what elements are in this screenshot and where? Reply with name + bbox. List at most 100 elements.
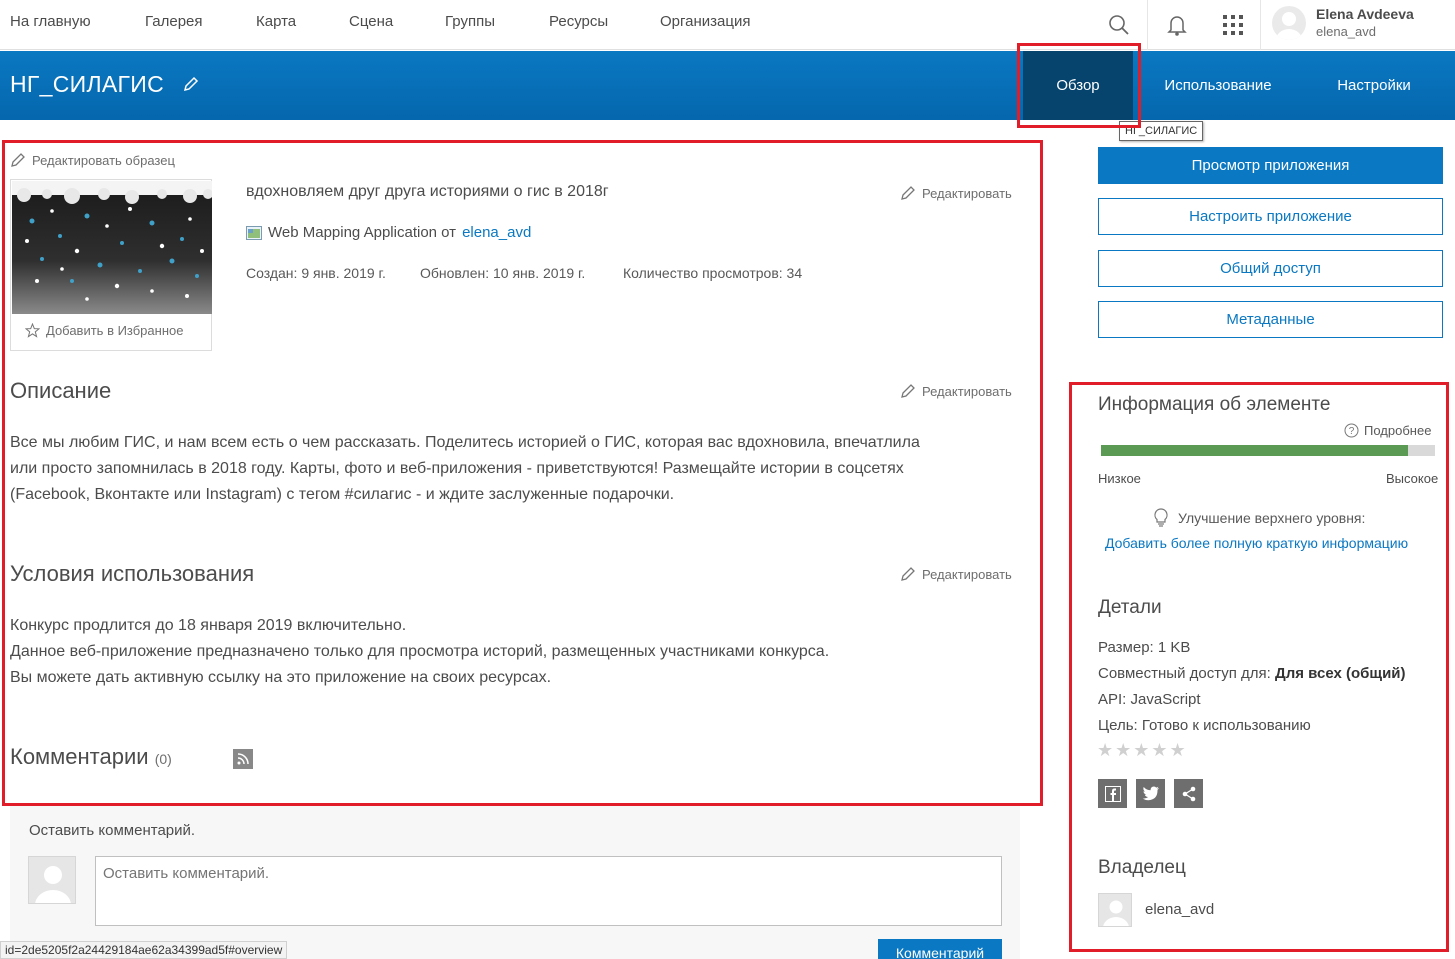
description-heading: Описание bbox=[10, 378, 112, 403]
edit-thumbnail-label: Редактировать образец bbox=[32, 152, 175, 168]
tab-settings[interactable]: Настройки bbox=[1306, 51, 1442, 120]
description-line: Все мы любим ГИС, и нам всем есть о чем … bbox=[10, 434, 920, 451]
detail-shared-label: Совместный доступ для: bbox=[1098, 665, 1271, 682]
detail-shared-value: Для всех (общий) bbox=[1275, 665, 1406, 682]
detail-purpose: Цель: Готово к использованию bbox=[1098, 717, 1311, 734]
description-line: (Facebook, Вконтакте или Instagram) с те… bbox=[10, 486, 675, 503]
facebook-icon[interactable] bbox=[1098, 779, 1127, 808]
share-button[interactable]: Общий доступ bbox=[1098, 250, 1443, 287]
tab-overview[interactable]: Обзор bbox=[1023, 51, 1133, 120]
tooltip: НГ_СИЛАГИС bbox=[1119, 121, 1204, 141]
add-favorite-link[interactable]: Добавить в Избранное bbox=[25, 323, 183, 338]
terms-text: Конкурс продлится до 18 января 2019 вклю… bbox=[10, 613, 829, 691]
star-icon bbox=[25, 323, 40, 338]
terms-heading: Условия использования bbox=[10, 561, 255, 586]
nav-divider bbox=[1147, 0, 1148, 50]
help-icon: ? bbox=[1344, 423, 1359, 438]
detail-api: API: JavaScript bbox=[1098, 691, 1201, 708]
nav-home[interactable]: На главную bbox=[10, 13, 91, 30]
improve-summary-link[interactable]: Добавить более полную краткую информацию bbox=[1105, 535, 1408, 551]
more-info-link[interactable]: ? Подробнее bbox=[1344, 423, 1431, 438]
quality-low-label: Низкое bbox=[1098, 471, 1141, 486]
web-app-icon bbox=[246, 225, 262, 240]
item-type: Web Mapping Application от bbox=[268, 224, 457, 241]
detail-purpose-label: Цель: bbox=[1098, 717, 1138, 734]
edit-title-pencil-icon[interactable] bbox=[182, 75, 200, 98]
bell-icon[interactable] bbox=[1162, 10, 1192, 40]
nav-scene[interactable]: Сцена bbox=[349, 13, 393, 30]
detail-size-value: 1 KB bbox=[1157, 639, 1191, 656]
item-snippet: вдохновляем друг друга историями о гис в… bbox=[246, 183, 609, 200]
top-navigation: На главную Галерея Карта Сцена Группы Ре… bbox=[0, 0, 1455, 50]
twitter-icon[interactable] bbox=[1136, 779, 1165, 808]
detail-size: Размер: 1 KB bbox=[1098, 639, 1190, 656]
nav-organization[interactable]: Организация bbox=[660, 13, 750, 30]
terms-line: Вы можете дать активную ссылку на это пр… bbox=[10, 669, 552, 686]
quality-progress-bar bbox=[1101, 445, 1435, 456]
improvement-tip: Улучшение верхнего уровня: bbox=[1152, 508, 1365, 528]
pencil-icon bbox=[901, 567, 915, 581]
owner-name[interactable]: elena_avd bbox=[1145, 901, 1214, 918]
metadata-button[interactable]: Метаданные bbox=[1098, 301, 1443, 338]
quality-progress-fill bbox=[1101, 445, 1409, 456]
edit-thumbnail-link[interactable]: Редактировать образец bbox=[10, 152, 175, 168]
thumbnail-card: Добавить в Избранное bbox=[10, 179, 212, 351]
avatar[interactable] bbox=[1272, 6, 1306, 40]
detail-api-label: API: bbox=[1098, 691, 1127, 708]
comment-input[interactable] bbox=[95, 856, 1002, 926]
view-count: Количество просмотров: 34 bbox=[623, 265, 803, 281]
share-icon[interactable] bbox=[1174, 779, 1203, 808]
comments-heading: Комментарии (0) bbox=[10, 744, 172, 770]
search-icon[interactable] bbox=[1104, 10, 1134, 40]
view-app-button[interactable]: Просмотр приложения bbox=[1098, 147, 1443, 184]
quality-high-label: Высокое bbox=[1386, 471, 1439, 486]
lightbulb-icon bbox=[1154, 508, 1168, 527]
detail-size-label: Размер: bbox=[1098, 639, 1154, 656]
owner-avatar[interactable] bbox=[1098, 893, 1132, 927]
edit-label: Редактировать bbox=[922, 185, 1012, 201]
tab-usage[interactable]: Использование bbox=[1140, 51, 1296, 120]
add-favorite-label: Добавить в Избранное bbox=[46, 323, 184, 338]
nav-divider bbox=[1260, 0, 1261, 50]
edit-terms-link[interactable]: Редактировать bbox=[900, 566, 1012, 582]
details-heading: Детали bbox=[1098, 597, 1162, 618]
item-type-line: Web Mapping Application от elena_avd bbox=[246, 224, 531, 241]
comments-title: Комментарии bbox=[10, 744, 149, 769]
pencil-icon bbox=[11, 153, 25, 167]
rating-stars[interactable]: ★★★★★ bbox=[1097, 740, 1188, 761]
page-title: НГ_СИЛАГИС bbox=[10, 71, 165, 97]
detail-purpose-value: Готово к использованию bbox=[1141, 717, 1311, 734]
user-name[interactable]: Elena Avdeeva bbox=[1316, 6, 1414, 22]
nav-groups[interactable]: Группы bbox=[445, 13, 495, 30]
pencil-icon bbox=[901, 384, 915, 398]
comments-count: (0) bbox=[154, 751, 172, 767]
commenter-avatar bbox=[28, 856, 76, 904]
improvement-tip-label: Улучшение верхнего уровня: bbox=[1178, 510, 1366, 526]
thumbnail-image bbox=[12, 181, 212, 314]
description-line: или просто запомнилась в 2018 году. Карт… bbox=[10, 460, 904, 477]
detail-shared: Совместный доступ для: Для всех (общий) bbox=[1098, 665, 1406, 682]
comment-panel: Оставить комментарий. Комментарий bbox=[10, 806, 1020, 959]
user-login[interactable]: elena_avd bbox=[1316, 24, 1376, 39]
item-info-heading: Информация об элементе bbox=[1098, 394, 1331, 415]
nav-gallery[interactable]: Галерея bbox=[145, 13, 203, 30]
configure-app-button[interactable]: Настроить приложение bbox=[1098, 198, 1443, 235]
created-date: Создан: 9 янв. 2019 г. bbox=[246, 265, 386, 281]
svg-text:?: ? bbox=[1349, 426, 1355, 437]
status-bar-url: id=2de5205f2a24429184ae62a34399ad5f#over… bbox=[0, 941, 288, 959]
more-info-label: Подробнее bbox=[1364, 423, 1432, 438]
nav-content[interactable]: Ресурсы bbox=[549, 13, 608, 30]
updated-date: Обновлен: 10 янв. 2019 г. bbox=[420, 265, 586, 281]
item-header: НГ_СИЛАГИС Обзор Использование Настройки bbox=[0, 51, 1455, 120]
nav-map[interactable]: Карта bbox=[256, 13, 296, 30]
terms-line: Конкурс продлится до 18 января 2019 вклю… bbox=[10, 617, 407, 634]
edit-description-link[interactable]: Редактировать bbox=[900, 383, 1012, 399]
rss-icon[interactable] bbox=[233, 749, 253, 769]
owner-link[interactable]: elena_avd bbox=[462, 224, 531, 241]
edit-snippet-link[interactable]: Редактировать bbox=[900, 185, 1012, 201]
pencil-icon bbox=[901, 186, 915, 200]
edit-label: Редактировать bbox=[922, 566, 1012, 582]
submit-comment-button[interactable]: Комментарий bbox=[878, 939, 1002, 959]
comment-label: Оставить комментарий. bbox=[29, 822, 196, 839]
apps-grid-icon[interactable] bbox=[1218, 10, 1248, 40]
